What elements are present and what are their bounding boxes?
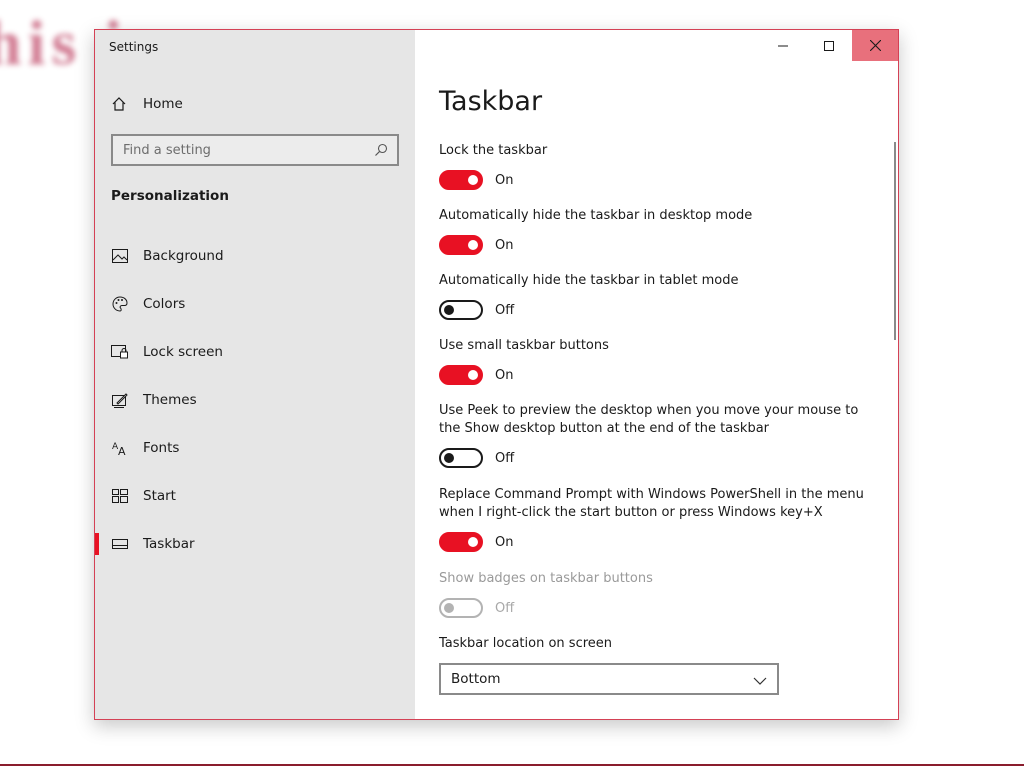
setting-label: Use Peek to preview the desktop when you…: [439, 403, 859, 436]
sidebar-nav: Background Colors Lock screen Themes A A…: [95, 232, 415, 568]
toggle-knob: [468, 370, 478, 380]
toggle-state-label: On: [495, 534, 514, 550]
taskbar-icon: [111, 535, 129, 553]
lock-screen-icon: [111, 343, 129, 361]
setting-small-buttons: Use small taskbar buttons On: [439, 337, 879, 385]
lock-taskbar-toggle-row[interactable]: On: [439, 170, 879, 190]
setting-label: Use small taskbar buttons: [439, 338, 609, 353]
toggle-knob: [468, 537, 478, 547]
sidebar-item-start[interactable]: Start: [95, 472, 415, 520]
peek-toggle-row[interactable]: Off: [439, 448, 879, 468]
picture-icon: [111, 247, 129, 265]
toggle-state-label: On: [495, 237, 514, 253]
sidebar: Settings Home Personalization Background: [95, 30, 415, 719]
setting-label: Automatically hide the taskbar in deskto…: [439, 208, 753, 223]
setting-autohide-desktop: Automatically hide the taskbar in deskto…: [439, 207, 879, 255]
autohide-tablet-toggle-row[interactable]: Off: [439, 300, 879, 320]
toggle-state-label: On: [495, 367, 514, 383]
autohide-desktop-toggle-row[interactable]: On: [439, 235, 879, 255]
toggle-state-label: Off: [495, 302, 515, 318]
start-icon: [111, 487, 129, 505]
sidebar-item-fonts[interactable]: AA Fonts: [95, 424, 415, 472]
sidebar-item-label: Fonts: [143, 440, 180, 456]
settings-window: Settings Home Personalization Background: [94, 29, 899, 720]
autohide-tablet-toggle[interactable]: [439, 300, 483, 320]
minimize-icon: [778, 36, 788, 55]
setting-label: Automatically hide the taskbar in tablet…: [439, 273, 739, 288]
peek-toggle[interactable]: [439, 448, 483, 468]
page-title: Taskbar: [439, 86, 543, 117]
powershell-toggle-row[interactable]: On: [439, 532, 879, 552]
chevron-down-icon: [753, 670, 767, 689]
autohide-desktop-toggle[interactable]: [439, 235, 483, 255]
toggle-state-label: Off: [495, 600, 515, 616]
window-controls: [760, 30, 898, 61]
search-box[interactable]: [111, 134, 399, 166]
toggle-knob: [444, 603, 454, 613]
small-buttons-toggle-row[interactable]: On: [439, 365, 879, 385]
setting-label: Lock the taskbar: [439, 143, 548, 158]
small-buttons-toggle[interactable]: [439, 365, 483, 385]
dropdown-value: Bottom: [451, 671, 501, 687]
search-input[interactable]: [113, 142, 373, 158]
fonts-icon: AA: [111, 439, 129, 457]
badges-toggle: [439, 598, 483, 618]
setting-peek: Use Peek to preview the desktop when you…: [439, 402, 879, 468]
scrollbar[interactable]: [894, 142, 896, 340]
toggle-state-label: Off: [495, 450, 515, 466]
setting-label: Show badges on taskbar buttons: [439, 571, 653, 586]
themes-icon: [111, 391, 129, 409]
setting-label: Taskbar location on screen: [439, 636, 613, 651]
toggle-knob: [468, 240, 478, 250]
toggle-knob: [468, 175, 478, 185]
taskbar-location-dropdown[interactable]: Bottom: [439, 663, 779, 695]
close-button[interactable]: [852, 30, 898, 61]
setting-powershell: Replace Command Prompt with Windows Powe…: [439, 486, 879, 552]
setting-autohide-tablet: Automatically hide the taskbar in tablet…: [439, 272, 879, 320]
sidebar-item-colors[interactable]: Colors: [95, 280, 415, 328]
window-title: Settings: [109, 40, 159, 54]
sidebar-item-label: Start: [143, 488, 176, 504]
toggle-knob: [444, 305, 454, 315]
lock-taskbar-toggle[interactable]: [439, 170, 483, 190]
sidebar-item-themes[interactable]: Themes: [95, 376, 415, 424]
main-content: Taskbar Lock the taskbar On Automaticall…: [415, 30, 898, 719]
setting-label: Replace Command Prompt with Windows Powe…: [439, 487, 864, 520]
sidebar-item-label: Colors: [143, 296, 186, 312]
toggle-state-label: On: [495, 172, 514, 188]
sidebar-item-label: Themes: [143, 392, 197, 408]
setting-taskbar-location: Taskbar location on screen Bottom: [439, 635, 879, 695]
sidebar-item-label: Taskbar: [143, 536, 195, 552]
badges-toggle-row: Off: [439, 598, 879, 618]
svg-text:A: A: [118, 445, 126, 456]
home-nav-item[interactable]: Home: [109, 94, 183, 114]
section-title: Personalization: [111, 188, 229, 204]
sidebar-item-taskbar[interactable]: Taskbar: [95, 520, 415, 568]
background-divider: [0, 764, 1024, 766]
maximize-button[interactable]: [806, 30, 852, 61]
palette-icon: [111, 295, 129, 313]
setting-lock-taskbar: Lock the taskbar On: [439, 142, 879, 190]
minimize-button[interactable]: [760, 30, 806, 61]
maximize-icon: [824, 36, 834, 55]
toggle-knob: [444, 453, 454, 463]
close-icon: [869, 36, 881, 55]
sidebar-item-lock-screen[interactable]: Lock screen: [95, 328, 415, 376]
home-icon: [109, 94, 129, 114]
sidebar-item-label: Lock screen: [143, 344, 223, 360]
setting-badges: Show badges on taskbar buttons Off: [439, 570, 879, 618]
sidebar-item-background[interactable]: Background: [95, 232, 415, 280]
search-icon[interactable]: [373, 142, 389, 158]
home-label: Home: [143, 96, 183, 112]
sidebar-item-label: Background: [143, 248, 224, 264]
powershell-toggle[interactable]: [439, 532, 483, 552]
